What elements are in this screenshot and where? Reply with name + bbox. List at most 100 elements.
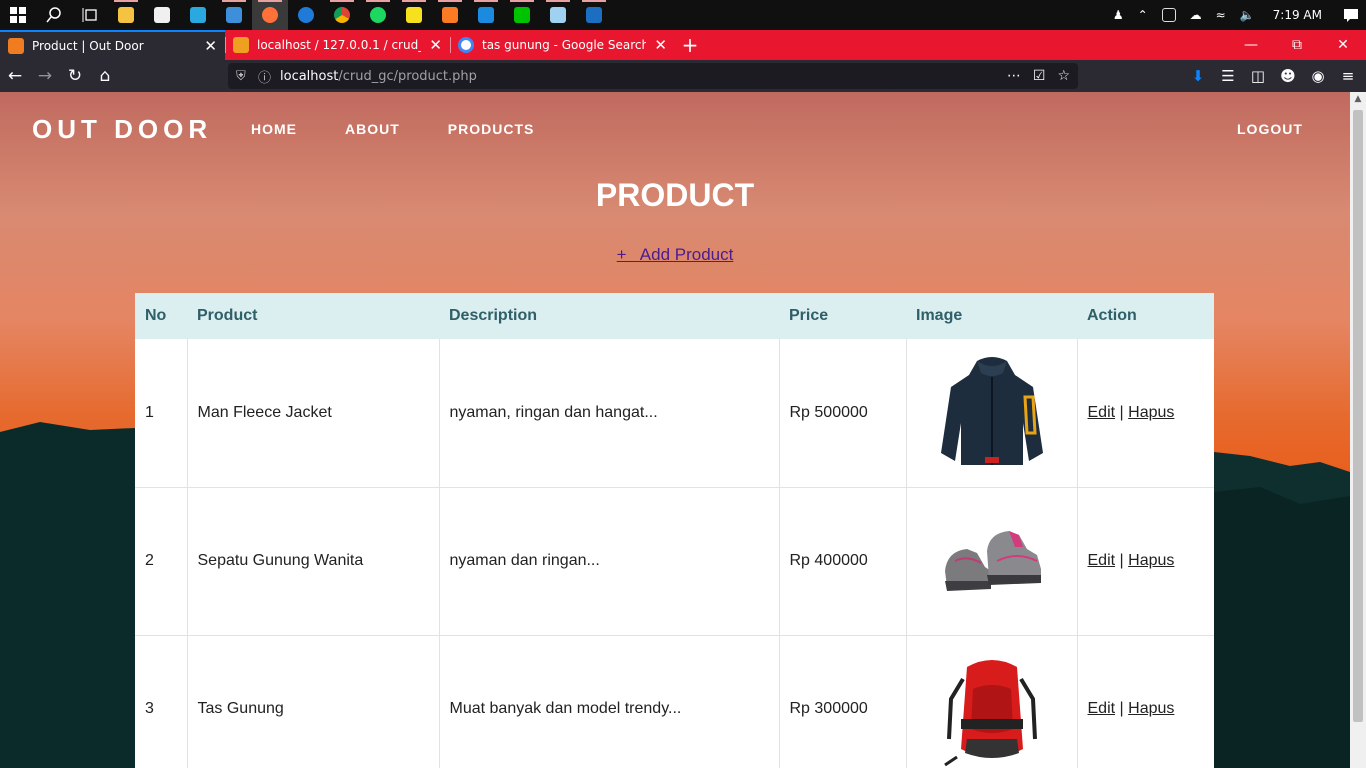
page-title: PRODUCT: [595, 177, 755, 213]
search-icon[interactable]: [36, 0, 72, 30]
cell-price: Rp 500000: [779, 339, 907, 488]
volume-icon[interactable]: 🔈: [1240, 8, 1255, 22]
site-brand[interactable]: OUT DOOR: [32, 114, 212, 145]
store-icon[interactable]: [144, 0, 180, 30]
delete-link[interactable]: Hapus: [1128, 404, 1174, 421]
scroll-up-arrow-icon[interactable]: ▲: [1350, 94, 1366, 104]
logout-link[interactable]: LOGOUT: [1237, 121, 1303, 137]
system-tray: ♟ ⌃ ☁ ≈ 🔈: [1113, 8, 1269, 22]
chrome-icon[interactable]: [324, 0, 360, 30]
phpmyadmin-favicon-icon: [233, 37, 249, 53]
people-icon[interactable]: ♟: [1113, 8, 1124, 22]
tab-label: localhost / 127.0.0.1 / crud_gc |: [257, 38, 421, 52]
line-icon[interactable]: [504, 0, 540, 30]
site-menu: HOME ABOUT PRODUCTS: [251, 121, 534, 137]
delete-link[interactable]: Hapus: [1128, 700, 1174, 717]
clock[interactable]: 7:19 AM: [1269, 8, 1336, 22]
add-product-wrap: + Add Product: [0, 245, 1350, 265]
page-viewport: OUT DOOR HOME ABOUT PRODUCTS LOGOUT PROD…: [0, 92, 1350, 768]
notifications-icon[interactable]: [1336, 0, 1366, 30]
sticky-notes-icon[interactable]: [396, 0, 432, 30]
tab-label: tas gunung - Google Search: [482, 38, 647, 52]
minimize-icon[interactable]: —: [1228, 30, 1274, 60]
cell-image: [906, 635, 1078, 768]
spotify-icon[interactable]: [360, 0, 396, 30]
vscode-icon[interactable]: [468, 0, 504, 30]
edge-icon[interactable]: [288, 0, 324, 30]
cell-image: [906, 487, 1078, 636]
page-actions-icon[interactable]: ⋯: [1007, 68, 1021, 84]
back-arrow-icon[interactable]: ←: [0, 61, 30, 91]
cell-image: [906, 339, 1078, 488]
scrollbar-thumb[interactable]: [1353, 110, 1363, 722]
cell-price: Rp 400000: [779, 487, 907, 636]
onedrive-cloud-icon[interactable]: ☁: [1190, 8, 1202, 22]
info-icon[interactable]: ⓘ: [258, 67, 280, 86]
header-image: Image: [906, 293, 1077, 339]
tab-label: Product | Out Door: [32, 39, 144, 53]
menu-icon[interactable]: ≡: [1338, 67, 1358, 85]
windows-logo-icon: [10, 7, 26, 23]
file-explorer-icon[interactable]: [108, 0, 144, 30]
new-tab-icon[interactable]: +: [675, 30, 705, 60]
action-separator: |: [1119, 552, 1124, 569]
account-icon[interactable]: ☻: [1278, 67, 1298, 85]
cell-action: Edit | Hapus: [1077, 487, 1214, 636]
action-separator: |: [1119, 403, 1124, 421]
close-tab-icon[interactable]: ✕: [204, 37, 217, 55]
tab-product-outdoor[interactable]: Product | Out Door ✕: [0, 30, 225, 60]
cell-description: Muat banyak dan model trendy...: [439, 635, 780, 768]
menu-about[interactable]: ABOUT: [345, 121, 400, 137]
chevron-up-icon[interactable]: ⌃: [1138, 8, 1148, 22]
table-row: 1 Man Fleece Jacket nyaman, ringan dan h…: [135, 339, 1214, 488]
forward-arrow-icon[interactable]: →: [30, 61, 60, 91]
bookmark-star-icon[interactable]: ☆: [1057, 68, 1070, 84]
battery-icon[interactable]: [1161, 8, 1176, 22]
wifi-icon[interactable]: ≈: [1216, 8, 1226, 22]
notepad-icon[interactable]: [540, 0, 576, 30]
photos-icon[interactable]: [576, 0, 612, 30]
xampp-icon[interactable]: [432, 0, 468, 30]
edit-link[interactable]: Edit: [1088, 700, 1116, 717]
close-tab-icon[interactable]: ✕: [654, 36, 667, 54]
backpack-image: [932, 649, 1052, 768]
cell-no: 1: [135, 339, 188, 488]
shield-icon[interactable]: ⛨: [236, 69, 258, 84]
reload-icon[interactable]: ↻: [60, 61, 90, 91]
header-price: Price: [779, 293, 906, 339]
menu-products[interactable]: PRODUCTS: [448, 121, 535, 137]
close-window-icon[interactable]: ✕: [1320, 30, 1366, 60]
library-icon[interactable]: ☰: [1218, 67, 1238, 85]
l-app-icon[interactable]: [180, 0, 216, 30]
cell-product: Man Fleece Jacket: [187, 339, 440, 488]
pocket-icon[interactable]: ☑: [1033, 68, 1046, 84]
page-scrollbar[interactable]: ▲: [1350, 92, 1366, 768]
url-path: /crud_gc/product.php: [338, 68, 477, 84]
url-host: localhost: [280, 68, 339, 84]
cell-product: Tas Gunung: [187, 635, 440, 768]
download-icon[interactable]: ⬇: [1188, 67, 1208, 85]
edit-link[interactable]: Edit: [1088, 552, 1116, 569]
url-bar[interactable]: ⛨ ⓘ localhost/crud_gc/product.php ⋯ ☑ ☆: [228, 63, 1078, 89]
menu-home[interactable]: HOME: [251, 121, 297, 137]
cell-action: Edit | Hapus: [1077, 339, 1214, 488]
mail-icon[interactable]: [216, 0, 252, 30]
extension-icon[interactable]: ◉: [1308, 67, 1328, 85]
restore-icon[interactable]: ⧉: [1274, 30, 1320, 60]
task-view-icon[interactable]: [72, 0, 108, 30]
close-tab-icon[interactable]: ✕: [429, 36, 442, 54]
header-product: Product: [187, 293, 439, 339]
table-row: 2 Sepatu Gunung Wanita nyaman dan ringan…: [135, 487, 1214, 636]
home-icon[interactable]: ⌂: [90, 61, 120, 91]
windows-taskbar: ♟ ⌃ ☁ ≈ 🔈 7:19 AM: [0, 0, 1366, 30]
sidebar-icon[interactable]: ◫: [1248, 67, 1268, 85]
add-product-link[interactable]: + Add Product: [617, 245, 734, 264]
browser-nav-bar: ← → ↻ ⌂ ⛨ ⓘ localhost/crud_gc/product.ph…: [0, 60, 1366, 92]
windows-start-button[interactable]: [0, 0, 36, 30]
cell-product: Sepatu Gunung Wanita: [187, 487, 440, 636]
delete-link[interactable]: Hapus: [1128, 552, 1174, 569]
tab-phpmyadmin[interactable]: localhost / 127.0.0.1 / crud_gc | ✕: [225, 30, 450, 60]
tab-google-search[interactable]: tas gunung - Google Search ✕: [450, 30, 675, 60]
firefox-icon[interactable]: [252, 0, 288, 30]
edit-link[interactable]: Edit: [1088, 404, 1116, 421]
